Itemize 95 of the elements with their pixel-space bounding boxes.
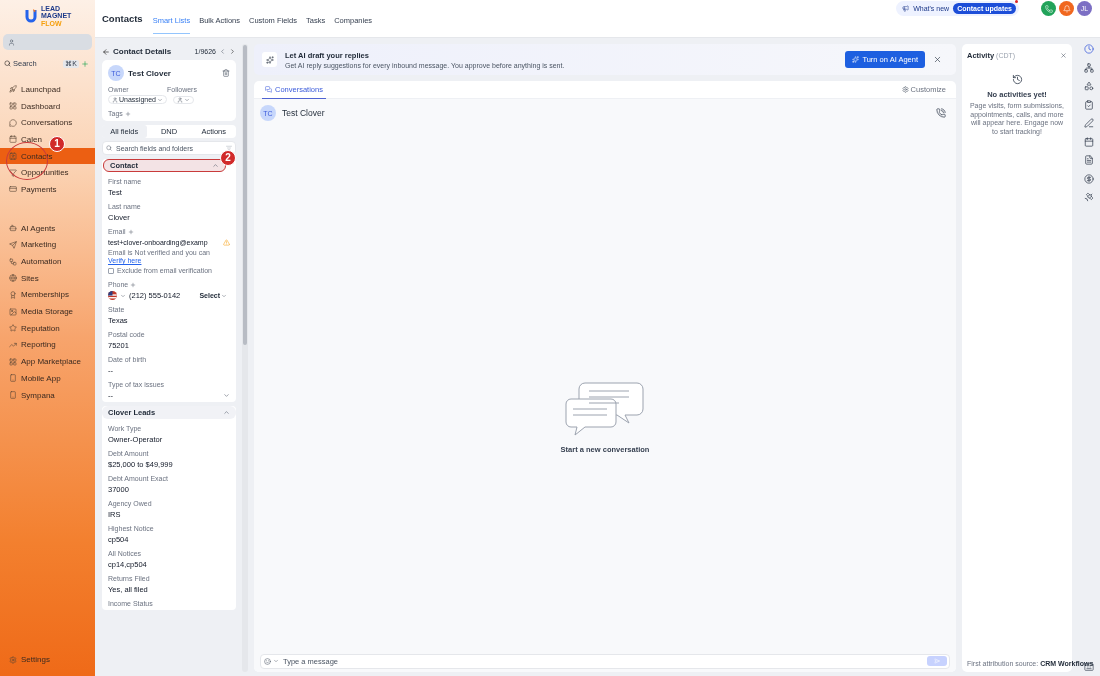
star-icon [9, 324, 17, 333]
calendar-icon [9, 135, 17, 144]
close-icon[interactable] [1060, 52, 1067, 59]
account-switcher[interactable] [3, 34, 92, 50]
phone-icon [9, 374, 17, 383]
sidebar-item[interactable]: Launchpad [0, 81, 65, 98]
dollar-icon[interactable] [1084, 173, 1094, 184]
phone-icon [1044, 4, 1053, 13]
sidebar-item[interactable]: Sites [0, 269, 43, 287]
chevron-down-icon[interactable] [120, 292, 126, 299]
send-icon [934, 658, 940, 664]
sidebar-item[interactable]: Payments [0, 181, 61, 198]
megaphone-icon [902, 5, 910, 12]
scrollbar[interactable] [242, 44, 248, 672]
chevron-down-icon [221, 292, 227, 299]
bell-icon [1062, 4, 1071, 13]
sidebar-item[interactable]: App Marketplace [0, 353, 86, 370]
chevron-down-icon [156, 96, 163, 103]
contact-card-icon [9, 152, 17, 161]
sidebar-item[interactable]: Opportunities [0, 164, 73, 182]
warning-icon [223, 239, 230, 246]
history-icon [1011, 74, 1023, 85]
user-icon [8, 38, 15, 46]
calendar-icon[interactable] [1084, 136, 1094, 147]
image-icon [9, 307, 17, 316]
clipboard-check-icon[interactable] [1084, 99, 1094, 110]
checkbox[interactable] [108, 268, 114, 274]
sidebar-item[interactable]: Reporting [0, 336, 60, 354]
chat-icon [9, 118, 17, 127]
sidebar-item[interactable]: Dashboard [0, 97, 65, 115]
workflow-icon [9, 257, 17, 266]
page-title: Contacts [102, 13, 143, 24]
add-icon[interactable] [124, 110, 131, 117]
sidebar-item[interactable]: Marketing [0, 236, 61, 254]
chevron-down-icon [183, 96, 190, 103]
chat-bubbles-icon [565, 379, 645, 437]
sidebar-item[interactable]: Mobile App [0, 370, 65, 387]
sidebar-item[interactable]: Reputation [0, 319, 64, 337]
document-icon[interactable] [1084, 155, 1094, 165]
card-icon [9, 185, 17, 194]
notifications-button[interactable] [1059, 1, 1074, 16]
user-icon [112, 96, 118, 103]
globe-icon [9, 274, 17, 283]
flag-icon[interactable] [108, 291, 117, 300]
phone-icon[interactable] [936, 108, 946, 118]
add-icon[interactable] [127, 228, 134, 235]
previous-icon[interactable] [219, 48, 226, 55]
funnel-icon [9, 168, 17, 177]
sidebar-item[interactable]: Memberships [0, 286, 73, 304]
chevron-down-icon[interactable] [223, 392, 230, 399]
user-icon [176, 96, 183, 103]
magnet-logo-icon [24, 8, 38, 24]
phone-icon [9, 391, 17, 400]
contact-name: Test Clover [128, 68, 172, 78]
clock-icon[interactable] [1084, 44, 1094, 54]
chevron-up-icon [223, 409, 230, 416]
grid-icon [9, 357, 17, 366]
chat-icon [265, 85, 272, 93]
network-icon[interactable] [1084, 62, 1094, 73]
sidebar-item[interactable]: Media Storage [0, 303, 78, 320]
sidebar-item[interactable]: AI Agents [0, 219, 60, 237]
trash-icon[interactable] [222, 69, 230, 77]
next-icon[interactable] [229, 48, 236, 55]
step-badge: 1 [49, 135, 65, 152]
chevron-up-icon [212, 162, 219, 169]
add-icon[interactable] [81, 59, 89, 68]
sparkle-icon [265, 55, 274, 64]
search-icon [106, 145, 112, 151]
sidebar-item[interactable]: Calen [0, 131, 46, 148]
robot-icon [9, 224, 17, 233]
trend-icon [9, 340, 17, 349]
sidebar-item[interactable]: Conversations [0, 114, 77, 132]
sparkle-icon [852, 56, 860, 63]
settings-icon [901, 86, 909, 93]
satellite-icon[interactable] [1084, 192, 1094, 202]
sidebar-item[interactable]: Sympana [0, 386, 59, 404]
panel-title: Contact Details [113, 47, 173, 56]
contact-name: Test Clover [282, 108, 326, 118]
add-icon[interactable] [130, 281, 137, 288]
emoji-icon[interactable] [264, 657, 271, 665]
grid-icon [9, 102, 17, 111]
shapes-icon[interactable] [1084, 81, 1094, 91]
close-icon[interactable] [933, 55, 942, 64]
sidebar-item[interactable]: Automation [0, 253, 66, 270]
back-icon[interactable] [102, 47, 110, 56]
send-icon [9, 240, 17, 249]
search-icon [4, 60, 11, 67]
award-icon [9, 290, 17, 299]
settings-item[interactable]: Settings [0, 651, 54, 668]
phone-button[interactable] [1041, 1, 1056, 16]
rocket-icon [9, 85, 17, 94]
chevron-down-icon[interactable] [273, 658, 279, 664]
sidebar-item[interactable]: Contacts [0, 147, 95, 165]
settings-icon [9, 655, 17, 664]
pen-icon[interactable] [1084, 118, 1094, 128]
